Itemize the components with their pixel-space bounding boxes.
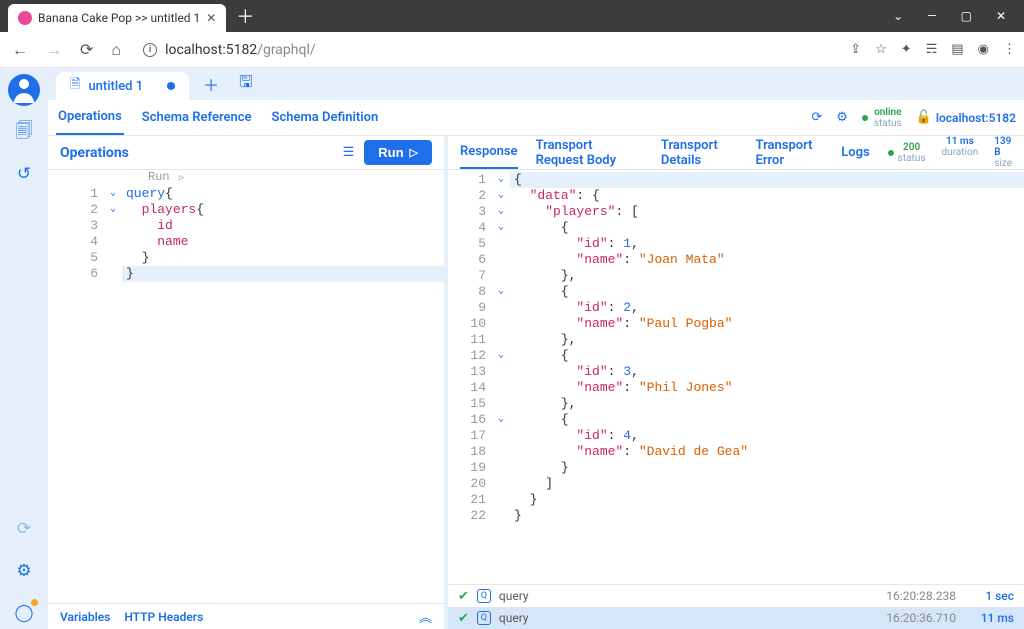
new-tab-button[interactable]: ＋ (226, 3, 264, 29)
app-logo-icon[interactable] (8, 74, 40, 106)
reload-button[interactable]: ⟳ (76, 38, 97, 61)
history-name: query (499, 589, 878, 603)
tab-close-button[interactable]: ✕ (206, 11, 216, 25)
tab-transport-request-body[interactable]: Transport Request Body (536, 136, 643, 169)
file-icon: 🗎 (70, 75, 80, 97)
add-document-button[interactable]: ＋ (197, 72, 225, 96)
tab-schema-reference[interactable]: Schema Reference (140, 100, 254, 135)
left-rail: 🗐 ↺ ⟳ ⚙ ◯ (0, 68, 48, 629)
minimize-button[interactable]: — (927, 9, 936, 23)
query-type-icon: Q (477, 589, 491, 603)
extensions-icon[interactable]: ✦ (901, 42, 912, 57)
more-icon[interactable]: ⋮ (1003, 42, 1016, 57)
browser-titlebar: Banana Cake Pop >> untitled 1 ✕ ＋ ⌄ — ▢ … (0, 0, 1024, 32)
back-button[interactable]: ← (8, 38, 32, 62)
query-editor[interactable]: Run ▷ 123456 ⌄⌄ query{ players{ id name … (48, 170, 444, 603)
bookmark-icon[interactable]: ☆ (875, 42, 887, 57)
browser-tab[interactable]: Banana Cake Pop >> untitled 1 ✕ (8, 4, 226, 32)
tab-logs[interactable]: Logs (841, 136, 869, 169)
refresh-schema-icon[interactable]: ⟳ (811, 110, 822, 125)
endpoint-indicator[interactable]: 🔓 localhost:5182 (916, 110, 1016, 125)
documents-icon[interactable]: 🗐 (8, 116, 40, 148)
tab-response[interactable]: Response (460, 136, 518, 169)
operations-title: Operations (60, 145, 333, 161)
browser-addressbar: ← → ⟳ ⌂ i localhost:5182/graphql/ ⇪ ☆ ✦ … (0, 32, 1024, 68)
tab-transport-details[interactable]: Transport Details (661, 136, 738, 169)
response-viewer[interactable]: 12345678910111213141516171819202122 ⌄⌄⌄⌄… (448, 170, 1024, 584)
query-type-icon: Q (477, 611, 491, 625)
share-icon[interactable]: ⇪ (850, 42, 861, 57)
home-button[interactable]: ⌂ (107, 38, 125, 62)
site-info-icon[interactable]: i (143, 43, 157, 57)
reading-list-icon[interactable]: ☴ (926, 42, 938, 57)
profile-icon[interactable]: ◉ (978, 42, 989, 57)
tab-transport-error[interactable]: Transport Error (756, 136, 824, 169)
sync-icon[interactable]: ⟳ (8, 513, 40, 545)
document-tab[interactable]: 🗎 untitled 1 (56, 72, 189, 100)
history-name: query (499, 611, 878, 625)
save-document-button[interactable]: 🖫 (233, 71, 259, 98)
forward-button[interactable]: → (42, 38, 66, 62)
lock-open-icon: 🔓 (916, 110, 932, 125)
history-duration: 1 sec (974, 589, 1014, 603)
media-icon[interactable]: ▤ (951, 42, 963, 57)
check-icon: ✔ (458, 611, 469, 626)
expand-bottom-icon[interactable]: ︽ (419, 607, 432, 626)
maximize-button[interactable]: ▢ (961, 9, 972, 23)
history-icon[interactable]: ↺ (8, 158, 40, 190)
settings-gear-icon[interactable]: ⚙ (836, 110, 848, 125)
format-icon[interactable]: ☰ (343, 145, 355, 160)
settings-icon[interactable]: ⚙ (8, 555, 40, 587)
stat-size: 139 B size (994, 136, 1012, 169)
tab-title: Banana Cake Pop >> untitled 1 (38, 11, 200, 25)
url-box[interactable]: i localhost:5182/graphql/ (135, 38, 840, 62)
run-button[interactable]: Run▷ (364, 140, 432, 165)
history-row[interactable]: ✔ Q query 16:20:28.238 1 sec (448, 585, 1024, 607)
document-tab-label: untitled 1 (88, 79, 143, 94)
dirty-indicator-icon (167, 82, 175, 90)
stat-duration: 11 ms duration (942, 136, 979, 169)
variables-tab[interactable]: Variables (60, 610, 110, 624)
chevron-down-icon[interactable]: ⌄ (893, 9, 903, 23)
tab-favicon-icon (18, 11, 32, 25)
http-headers-tab[interactable]: HTTP Headers (124, 610, 203, 624)
check-icon: ✔ (458, 589, 469, 604)
url-text: localhost:5182/graphql/ (165, 42, 316, 58)
connection-status: online status (874, 107, 902, 129)
history-timestamp: 16:20:28.238 (886, 589, 956, 603)
account-icon[interactable]: ◯ (8, 597, 40, 629)
history-row[interactable]: ✔ Q query 16:20:36.710 11 ms (448, 607, 1024, 629)
stat-status: 200 status (898, 142, 926, 164)
tab-operations[interactable]: Operations (56, 100, 124, 135)
history-duration: 11 ms (974, 611, 1014, 625)
tab-schema-definition[interactable]: Schema Definition (270, 100, 381, 135)
history-timestamp: 16:20:36.710 (886, 611, 956, 625)
close-window-button[interactable]: ✕ (996, 9, 1006, 23)
